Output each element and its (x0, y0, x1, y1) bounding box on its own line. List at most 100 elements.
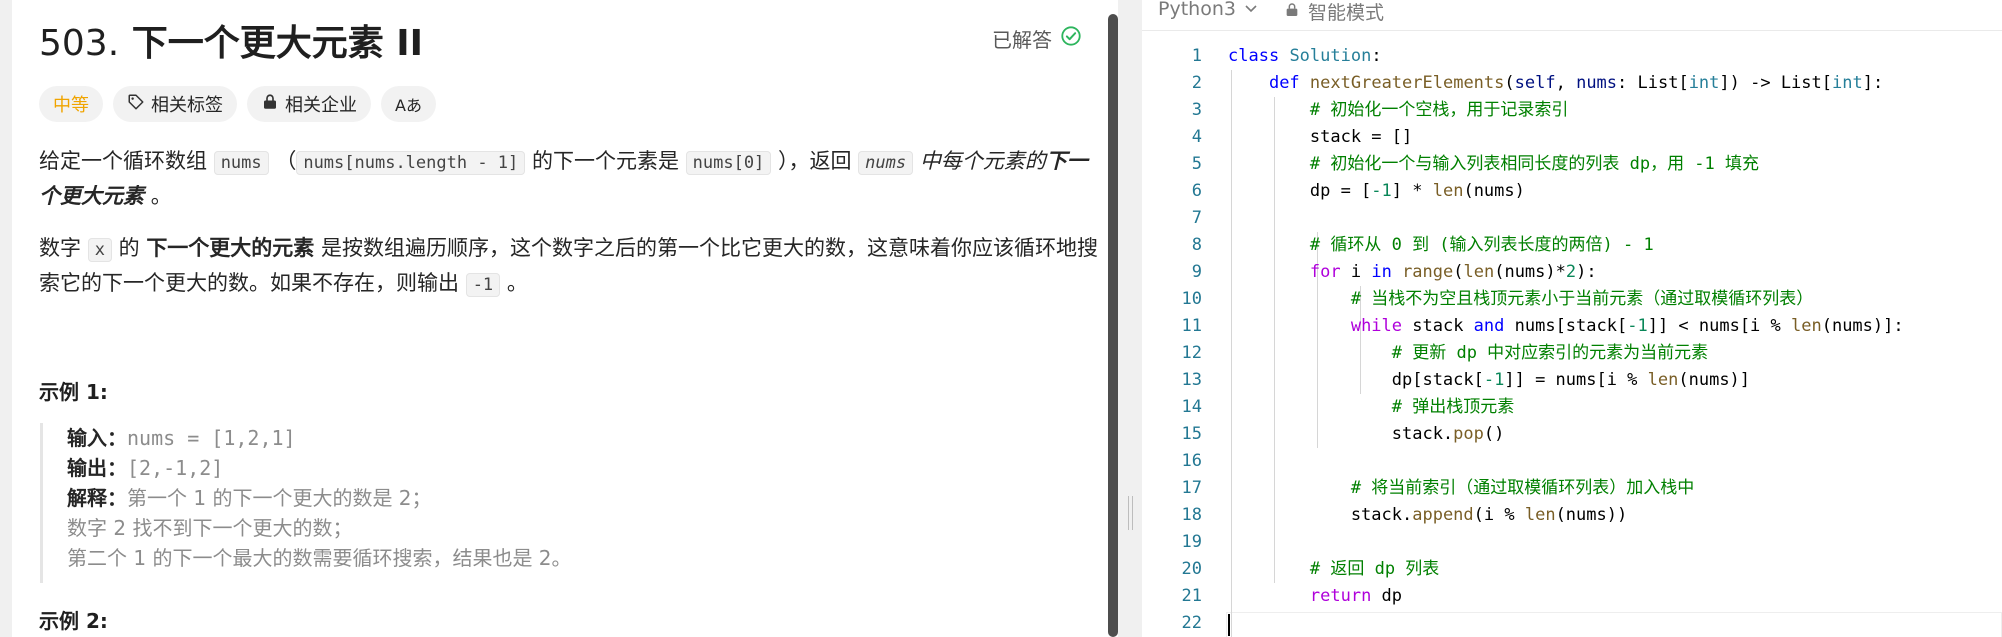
line-number: 15 (1181, 424, 1202, 444)
description-paragraph-1: 给定一个循环数组 nums （nums[nums.length - 1] 的下一… (39, 145, 1099, 213)
line-number: 10 (1181, 289, 1202, 309)
code-line: 13 dp[stack[-1]] = nums[i % len(nums)] (1142, 367, 2002, 394)
line-number: 17 (1181, 478, 1202, 498)
code-line: 22 (1142, 610, 2002, 637)
code-line: 19 (1142, 529, 2002, 556)
code-line: 20 # 返回 dp 列表 (1142, 556, 2002, 583)
desc-text: 给定一个循环数组 (39, 149, 207, 173)
description-scrollbar[interactable] (1108, 14, 1118, 637)
code-line: 11 while stack and nums[stack[-1]] < num… (1142, 313, 2002, 340)
line-number: 2 (1191, 73, 1202, 93)
code-line: 3 # 初始化一个空栈，用于记录索引 (1142, 97, 2002, 124)
code-line: 8 # 循环从 0 到 (输入列表长度的两倍) - 1 (1142, 232, 2002, 259)
translate-button[interactable]: Aあ (381, 86, 436, 122)
panel-resize-handle[interactable] (1118, 0, 1142, 637)
line-number: 5 (1191, 154, 1202, 174)
code-line: 2 def nextGreaterElements(self, nums: Li… (1142, 70, 2002, 97)
related-tags-button[interactable]: 相关标签 (113, 86, 237, 122)
code-line: 21 return dp (1142, 583, 2002, 610)
inline-code: nums[0] (685, 151, 772, 175)
problem-title: 下一个更大元素 II (131, 23, 424, 64)
inline-code: nums[nums.length - 1] (296, 151, 526, 175)
problem-panel: 503. 下一个更大元素 II 已解答 中等 相关标签 相关企业 Aあ 给定一个… (12, 0, 1118, 637)
line-number: 8 (1191, 235, 1202, 255)
line-number: 21 (1181, 586, 1202, 606)
desc-emphasis: 下一个更大的元素 (146, 236, 315, 260)
code-line: 6 dp = [-1] * len(nums) (1142, 178, 2002, 205)
input-label: 输入： (67, 426, 127, 450)
inline-code: -1 (465, 273, 501, 297)
editor-toolbar: Python3 智能模式 (1142, 0, 2002, 31)
example-1-block: 输入：nums = [1,2,1] 输出：[2,-1,2] 解释：第一个 1 的… (40, 423, 1067, 583)
line-number: 16 (1181, 451, 1202, 471)
related-tags-label: 相关标签 (151, 95, 223, 116)
code-line: 5 # 初始化一个与输入列表相同长度的列表 dp，用 -1 填充 (1142, 151, 2002, 178)
line-number: 22 (1181, 613, 1202, 633)
check-circle-icon (1060, 25, 1082, 52)
code-line: 16 (1142, 448, 2002, 475)
solved-label: 已解答 (992, 28, 1052, 52)
line-number: 14 (1181, 397, 1202, 417)
related-companies-button[interactable]: 相关企业 (247, 86, 371, 122)
tag-row: 中等 相关标签 相关企业 Aあ (39, 86, 436, 122)
example-1-title: 示例 1: (39, 380, 108, 404)
line-number: 12 (1181, 343, 1202, 363)
code-line: 10 # 当栈不为空且栈顶元素小于当前元素（通过取模循环列表） (1142, 286, 2002, 313)
lock-icon (1284, 1, 1300, 23)
code-line: 1 class Solution: (1142, 43, 2002, 70)
lock-icon (261, 93, 279, 116)
code-line: 12 # 更新 dp 中对应索引的元素为当前元素 (1142, 340, 2002, 367)
code-line: 4 stack = [] (1142, 124, 2002, 151)
code-line: 9 for i in range(len(nums)*2): (1142, 259, 2002, 286)
desc-text: 的下一个元素是 (531, 149, 679, 173)
translate-icon: Aあ (395, 96, 422, 115)
line-number: 11 (1181, 316, 1202, 336)
language-select[interactable]: Python3 (1158, 0, 1258, 20)
line-number: 13 (1181, 370, 1202, 390)
resize-grip-icon (1128, 496, 1133, 530)
example-2-title: 示例 2: (39, 609, 108, 633)
explain-label: 解释： (67, 486, 127, 510)
input-value: nums = [1,2,1] (127, 426, 296, 450)
line-number: 3 (1191, 100, 1202, 120)
solved-status[interactable]: 已解答 (992, 24, 1082, 53)
line-number: 9 (1191, 262, 1202, 282)
explain-line: 第一个 1 的下一个更大的数是 2； (127, 486, 432, 510)
line-number: 20 (1181, 559, 1202, 579)
code-line: 18 stack.append(i % len(nums)) (1142, 502, 2002, 529)
explain-line: 数字 2 找不到下一个更大的数； (67, 516, 353, 540)
language-label: Python3 (1158, 0, 1236, 20)
inline-code: nums (858, 151, 914, 175)
code-line: 7 (1142, 205, 2002, 232)
tag-icon (127, 93, 145, 116)
line-number: 6 (1191, 181, 1202, 201)
code-line: 14 # 弹出栈顶元素 (1142, 394, 2002, 421)
code-line: 17 # 将当前索引（通过取模循环列表）加入栈中 (1142, 475, 2002, 502)
desc-text: 中每个元素的 (919, 149, 1046, 173)
code-editor-panel: Python3 智能模式 1 class Solution: 2 def next… (1142, 0, 2002, 637)
desc-text: 。 (150, 184, 172, 208)
inline-code: nums (213, 151, 269, 175)
line-number: 18 (1181, 505, 1202, 525)
line-number: 19 (1181, 532, 1202, 552)
output-value: [2,-1,2] (127, 456, 224, 480)
desc-text: 的 (118, 236, 140, 260)
desc-text: 数字 (39, 236, 81, 260)
line-number: 4 (1191, 127, 1202, 147)
desc-text: ），返回 (777, 149, 852, 173)
explain-line: 第二个 1 的下一个最大的数需要循环搜索，结果也是 2。 (67, 546, 572, 570)
related-companies-label: 相关企业 (285, 95, 357, 116)
difficulty-label: 中等 (53, 95, 89, 116)
line-number: 7 (1191, 208, 1202, 228)
smart-mode-label: 智能模式 (1308, 2, 1385, 24)
code-line: 15 stack.pop() (1142, 421, 2002, 448)
code-area[interactable]: 1 class Solution: 2 def nextGreaterElemen… (1142, 43, 2002, 637)
chevron-down-icon (1244, 0, 1258, 20)
desc-text: 。 (506, 271, 528, 295)
smart-mode-toggle[interactable]: 智能模式 (1284, 0, 1384, 25)
page-title: 503. 下一个更大元素 II (39, 14, 423, 66)
difficulty-badge[interactable]: 中等 (39, 86, 103, 122)
inline-code: x (87, 238, 112, 262)
problem-number: 503. (39, 23, 120, 64)
output-label: 输出： (67, 456, 127, 480)
